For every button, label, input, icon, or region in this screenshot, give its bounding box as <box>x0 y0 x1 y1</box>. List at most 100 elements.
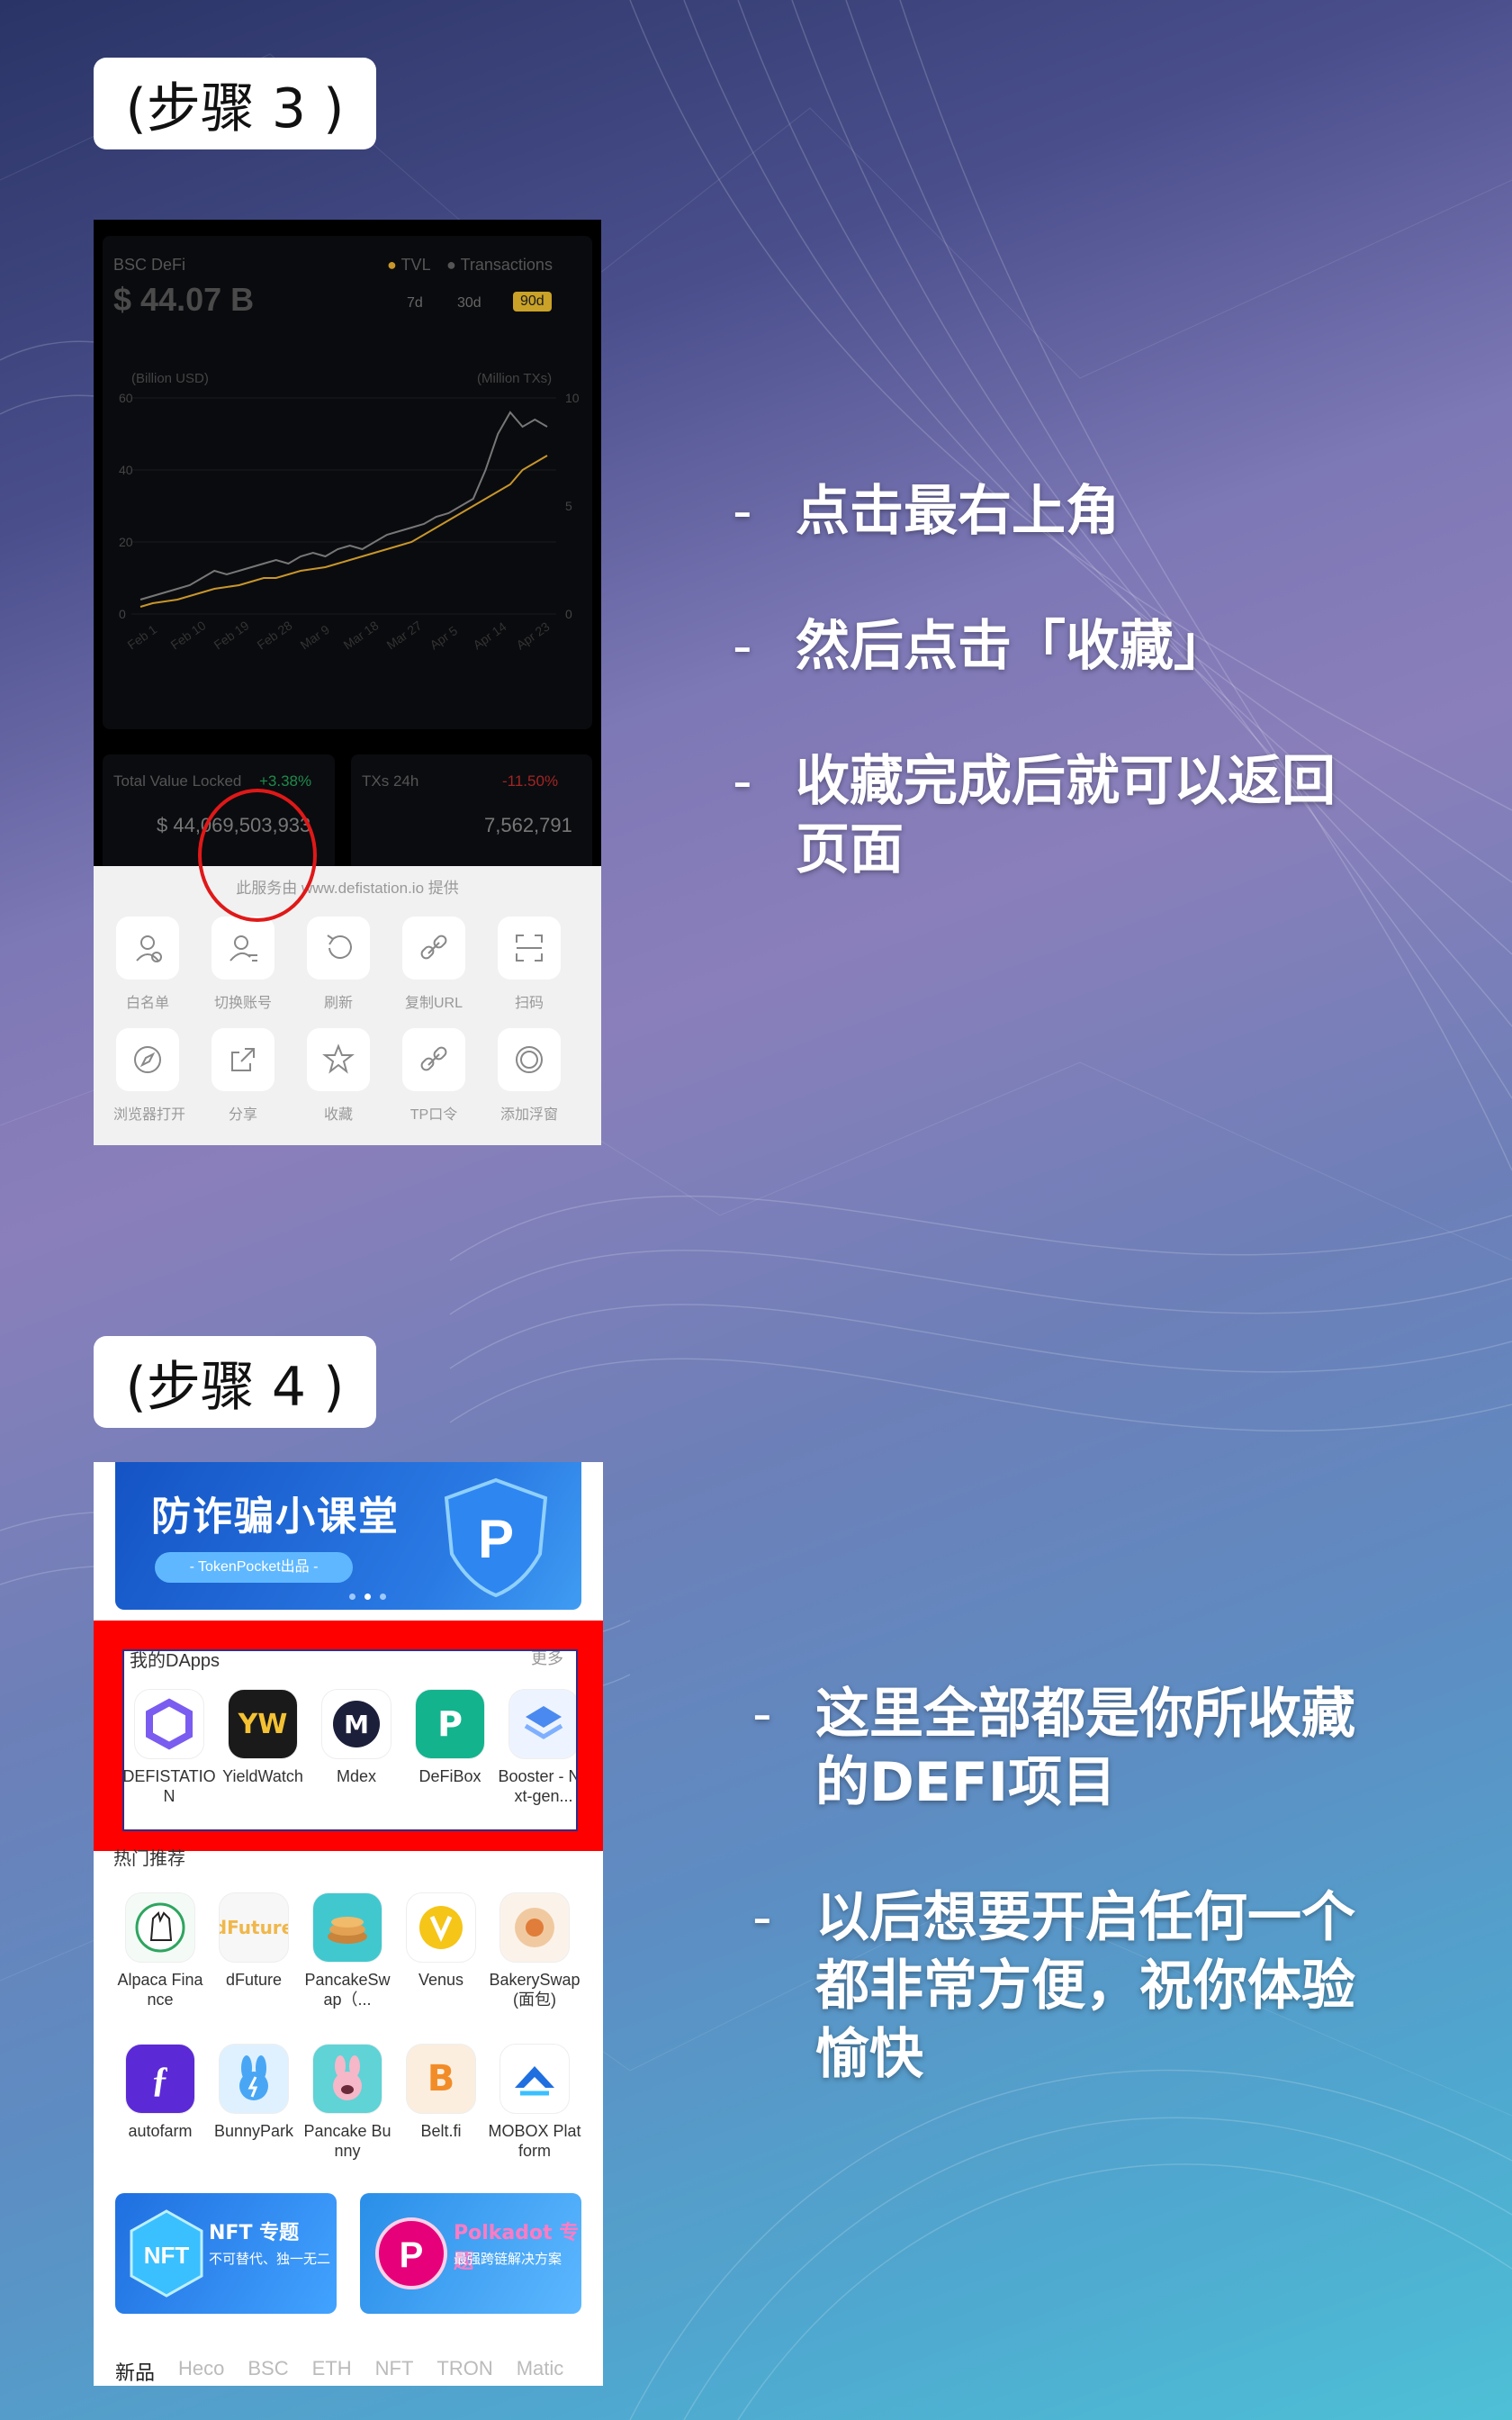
hot-dapp-mobox[interactable]: MOBOX Platform <box>488 2044 581 2161</box>
category-tabs: 新品 Heco BSC ETH NFT TRON Matic <box>115 2357 563 2386</box>
hot-dapp-dfuture[interactable]: dFuture dFuture <box>207 1892 301 1990</box>
nft-topic-title: NFT 专题 <box>209 2222 300 2244</box>
alpaca-icon <box>125 1892 195 1963</box>
hot-dapp-autofarm[interactable]: ƒ autofarm <box>113 2044 207 2141</box>
transactions-series-line <box>140 411 548 600</box>
bunnypark-icon <box>219 2044 289 2114</box>
venus-icon <box>406 1892 476 1963</box>
app-label: Venus <box>418 1971 464 1989</box>
compass-icon <box>116 1028 179 1091</box>
tool-label: 扫码 <box>514 996 544 1011</box>
y-left-tick: 40 <box>119 463 133 477</box>
tab-nft[interactable]: NFT <box>375 2357 414 2386</box>
hot-dapp-venus[interactable]: Venus <box>394 1892 488 1990</box>
tab-heco[interactable]: Heco <box>178 2357 224 2386</box>
nft-topic-subtitle: 不可替代、独一无二 <box>209 2251 331 2267</box>
banner-title: 防诈骗小课堂 <box>151 1494 400 1540</box>
mobox-icon <box>500 2044 570 2114</box>
yieldwatch-icon: YW <box>228 1689 298 1759</box>
hot-dapp-bunnypark[interactable]: BunnyPark <box>207 2044 301 2141</box>
share-icon <box>212 1028 274 1091</box>
belt-icon: B <box>406 2044 476 2114</box>
tab-matic[interactable]: Matic <box>517 2357 564 2386</box>
x-tick: Apr 5 <box>428 623 461 652</box>
star-icon <box>307 1028 370 1091</box>
tab-tron[interactable]: TRON <box>436 2357 492 2386</box>
step3-bullet-1: - 点击最右上角 <box>733 480 1120 543</box>
y-right-tick: 0 <box>565 607 572 621</box>
step4-bullet-1: - 这里全部都是你所收藏的DEFI项目 <box>752 1683 1355 1814</box>
tool-link-button[interactable]: 复制URL <box>400 917 468 1012</box>
my-dapp-defistation[interactable]: DEFISTATION <box>124 1689 216 1806</box>
tool-switch-account-button[interactable]: 切换账号 <box>209 917 277 1012</box>
x-tick: Mar 18 <box>341 618 382 652</box>
svg-text:P: P <box>400 2235 424 2275</box>
tool-link-button[interactable]: TP口令 <box>400 1028 468 1124</box>
my-dapp-yieldwatch[interactable]: YW YieldWatch <box>216 1689 310 1786</box>
step3-screenshot: BSC DeFi $ 44.07 B ● TVL ● Transactions … <box>94 220 601 1145</box>
x-tick: Mar 9 <box>298 622 333 653</box>
step4-screenshot: 防诈骗小课堂 - TokenPocket出品 - P 我的DApps 更多 DE… <box>94 1462 603 2386</box>
tab-bsc[interactable]: BSC <box>248 2357 288 2386</box>
tool-refresh-button[interactable]: 刷新 <box>304 917 373 1012</box>
my-dapps-more-link[interactable]: 更多 <box>531 1651 563 1669</box>
y-right-tick: 10 <box>565 391 580 405</box>
tool-scan-button[interactable]: 扫码 <box>495 917 563 1012</box>
app-label: MOBOX Platform <box>488 2122 581 2160</box>
app-label: Belt.fi <box>420 2122 462 2140</box>
step3-bullet-3: - 收藏完成后就可以返回页面 <box>733 750 1336 881</box>
nft-cube-icon: NFT <box>130 2209 203 2298</box>
x-tick: Feb 1 <box>125 622 160 653</box>
tool-whitelist-user-button[interactable]: 白名单 <box>113 917 182 1012</box>
my-dapp-mdex[interactable]: M Mdex <box>310 1689 403 1786</box>
tool-label: 浏览器打开 <box>113 1107 186 1123</box>
app-label: dFuture <box>225 1971 283 1989</box>
floating-window-icon <box>498 1028 561 1091</box>
x-tick: Feb 28 <box>255 618 295 652</box>
hot-dapp-belt[interactable]: B Belt.fi <box>394 2044 488 2141</box>
banner-pagination <box>349 1594 386 1600</box>
my-dapp-defibox[interactable]: P DeFiBox <box>403 1689 497 1786</box>
scan-icon <box>498 917 561 980</box>
app-label: PancakeSwap（... <box>304 1971 391 2009</box>
app-label: BunnyPark <box>213 2122 294 2140</box>
y-left-tick: 0 <box>119 607 126 621</box>
pancakeswap-icon <box>312 1892 382 1963</box>
link-icon <box>402 917 465 980</box>
refresh-icon <box>307 917 370 980</box>
txs-stat-value: 7,562,791 <box>484 814 572 836</box>
my-dapps-title: 我的DApps <box>130 1651 220 1671</box>
tool-floating-window-button[interactable]: 添加浮窗 <box>495 1028 563 1124</box>
tool-share-button[interactable]: 分享 <box>209 1028 277 1124</box>
hot-dapp-pancakebunny[interactable]: Pancake Bunny <box>301 2044 394 2161</box>
x-tick: Feb 19 <box>212 618 252 652</box>
app-label: Mdex <box>336 1767 376 1785</box>
tool-compass-button[interactable]: 浏览器打开 <box>113 1028 186 1124</box>
shield-logo-icon: P <box>444 1477 548 1598</box>
step4-label: (步骤 4 ) <box>94 1336 376 1428</box>
polkadot-topic-banner[interactable]: P Polkadot 专题 最强跨链解决方案 <box>360 2193 581 2314</box>
whitelist-user-icon <box>116 917 179 980</box>
tool-label: 切换账号 <box>213 996 272 1011</box>
app-label: Booster - Next-gen... <box>498 1767 576 1805</box>
banner-subtitle: - TokenPocket出品 - <box>155 1552 353 1583</box>
hot-dapp-alpaca[interactable]: Alpaca Finance <box>113 1892 207 2009</box>
tab-eth[interactable]: ETH <box>312 2357 352 2386</box>
svg-text:M: M <box>344 1710 369 1739</box>
switch-account-icon <box>212 917 274 980</box>
tool-label: 收藏 <box>323 1107 353 1123</box>
hot-recommend-title: 热门推荐 <box>113 1849 185 1869</box>
tab-新品[interactable]: 新品 <box>115 2357 155 2386</box>
x-tick: Feb 10 <box>168 618 209 652</box>
tvl-line-chart: 60402001050Feb 1 Feb 10 Feb 19 Feb 28 Mar 9M… <box>119 391 580 653</box>
app-label: Alpaca Finance <box>117 1971 203 2009</box>
hot-dapp-pancakeswap[interactable]: PancakeSwap（... <box>301 1892 394 2009</box>
tool-star-button[interactable]: 收藏 <box>304 1028 373 1124</box>
my-dapp-booster[interactable]: Booster - Next-gen... <box>497 1689 576 1806</box>
y-left-tick: 60 <box>119 391 133 405</box>
link-icon <box>402 1028 465 1091</box>
hot-dapp-bakeryswap[interactable]: BakerySwap(面包) <box>488 1892 581 2009</box>
app-label: YieldWatch <box>222 1767 303 1785</box>
nft-topic-banner[interactable]: NFT NFT 专题 不可替代、独一无二 <box>115 2193 337 2314</box>
anti-fraud-banner[interactable]: 防诈骗小课堂 - TokenPocket出品 - P <box>115 1462 581 1610</box>
